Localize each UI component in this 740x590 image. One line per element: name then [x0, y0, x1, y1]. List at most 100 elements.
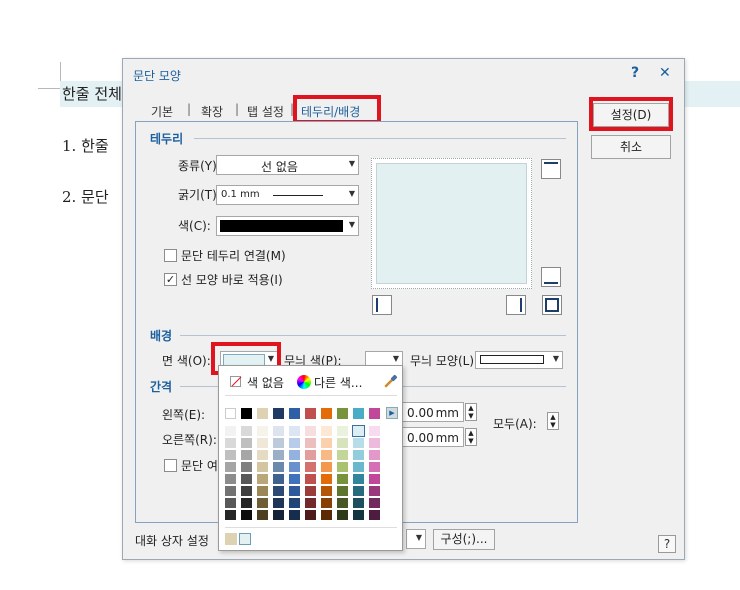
shade-color-swatch[interactable] [352, 425, 365, 437]
shade-color-swatch[interactable] [321, 450, 332, 460]
shade-color-swatch[interactable] [369, 474, 380, 484]
recent-color-swatch[interactable] [239, 533, 251, 545]
shade-color-swatch[interactable] [289, 498, 300, 508]
shade-color-swatch[interactable] [305, 426, 316, 436]
shade-color-swatch[interactable] [241, 462, 252, 472]
shade-color-swatch[interactable] [225, 426, 236, 436]
shade-color-swatch[interactable] [321, 498, 332, 508]
left-border-button[interactable] [372, 295, 392, 315]
shade-color-swatch[interactable] [273, 486, 284, 496]
shade-color-swatch[interactable] [305, 498, 316, 508]
shade-color-swatch[interactable] [337, 498, 348, 508]
shade-color-swatch[interactable] [289, 510, 300, 520]
shade-color-swatch[interactable] [321, 462, 332, 472]
theme-color-swatch[interactable] [337, 408, 348, 419]
shade-color-swatch[interactable] [369, 450, 380, 460]
shade-color-swatch[interactable] [273, 426, 284, 436]
shade-color-swatch[interactable] [305, 438, 316, 448]
shade-color-swatch[interactable] [321, 510, 332, 520]
shade-color-swatch[interactable] [337, 462, 348, 472]
shade-color-swatch[interactable] [289, 474, 300, 484]
theme-color-swatch[interactable] [353, 408, 364, 419]
shade-color-swatch[interactable] [289, 462, 300, 472]
shade-color-swatch[interactable] [257, 426, 268, 436]
shade-color-swatch[interactable] [289, 486, 300, 496]
border-thickness-select[interactable]: 0.1 mm ▼ [216, 185, 359, 205]
shade-color-swatch[interactable] [353, 486, 364, 496]
help-icon[interactable]: ? [631, 65, 639, 81]
border-type-select[interactable]: 선 없음 ▼ [216, 155, 359, 175]
more-colors-arrow-icon[interactable]: ▶ [386, 407, 398, 419]
all-spacing-spinner[interactable]: ▲ ▼ [547, 412, 559, 430]
left-spacing-spinner[interactable]: ▲ ▼ [465, 403, 477, 421]
shade-color-swatch[interactable] [353, 474, 364, 484]
apply-line-checkbox[interactable]: ✓ [164, 273, 177, 286]
shade-color-swatch[interactable] [257, 486, 268, 496]
shade-color-swatch[interactable] [273, 474, 284, 484]
shade-color-swatch[interactable] [241, 474, 252, 484]
shade-color-swatch[interactable] [369, 426, 380, 436]
shade-color-swatch[interactable] [369, 510, 380, 520]
tab-basic[interactable]: 기본 [151, 103, 173, 120]
pattern-shape-select[interactable]: ▼ [475, 351, 563, 369]
shade-color-swatch[interactable] [321, 438, 332, 448]
help-button[interactable]: ? [658, 535, 676, 553]
shade-color-swatch[interactable] [241, 438, 252, 448]
shade-color-swatch[interactable] [257, 510, 268, 520]
shade-color-swatch[interactable] [257, 462, 268, 472]
shade-color-swatch[interactable] [321, 474, 332, 484]
recent-color-swatch[interactable] [225, 533, 237, 545]
cancel-button[interactable]: 취소 [591, 135, 671, 159]
right-spacing-input[interactable]: 0.00 mm [402, 427, 464, 447]
shade-color-swatch[interactable] [241, 498, 252, 508]
bottom-border-button[interactable] [541, 267, 561, 287]
theme-color-swatch[interactable] [305, 408, 316, 419]
tab-tab-settings[interactable]: 탭 설정 [247, 103, 284, 120]
right-border-button[interactable] [506, 295, 526, 315]
shade-color-swatch[interactable] [369, 462, 380, 472]
shade-color-swatch[interactable] [225, 450, 236, 460]
theme-color-swatch[interactable] [241, 408, 252, 419]
shade-color-swatch[interactable] [273, 510, 284, 520]
shade-color-swatch[interactable] [337, 474, 348, 484]
shade-color-swatch[interactable] [321, 486, 332, 496]
shade-color-swatch[interactable] [225, 438, 236, 448]
shade-color-swatch[interactable] [289, 438, 300, 448]
close-icon[interactable]: ✕ [659, 65, 671, 81]
shade-color-swatch[interactable] [337, 438, 348, 448]
theme-color-swatch[interactable] [369, 408, 380, 419]
shade-color-swatch[interactable] [353, 510, 364, 520]
ignore-paragraph-checkbox[interactable] [164, 459, 177, 472]
top-border-button[interactable] [541, 159, 561, 179]
shade-color-swatch[interactable] [305, 510, 316, 520]
shade-color-swatch[interactable] [289, 450, 300, 460]
shade-color-swatch[interactable] [337, 450, 348, 460]
shade-color-swatch[interactable] [273, 462, 284, 472]
shade-color-swatch[interactable] [337, 510, 348, 520]
theme-color-swatch[interactable] [321, 408, 332, 419]
shade-color-swatch[interactable] [273, 498, 284, 508]
left-spacing-input[interactable]: 0.00 mm [402, 402, 464, 422]
shade-color-swatch[interactable] [337, 486, 348, 496]
shade-color-swatch[interactable] [305, 486, 316, 496]
shade-color-swatch[interactable] [305, 474, 316, 484]
shade-color-swatch[interactable] [369, 486, 380, 496]
theme-color-swatch[interactable] [225, 408, 236, 419]
shade-color-swatch[interactable] [353, 438, 364, 448]
theme-color-swatch[interactable] [257, 408, 268, 419]
border-color-select[interactable]: ▼ [216, 216, 359, 236]
shade-color-swatch[interactable] [353, 498, 364, 508]
dialog-settings-select[interactable]: ▼ [406, 529, 426, 549]
shade-color-swatch[interactable] [369, 438, 380, 448]
shade-color-swatch[interactable] [257, 438, 268, 448]
shade-color-swatch[interactable] [257, 498, 268, 508]
no-color-option[interactable]: 색 없음 [247, 374, 284, 391]
shade-color-swatch[interactable] [353, 450, 364, 460]
eyedropper-icon[interactable] [383, 373, 399, 389]
shade-color-swatch[interactable] [225, 486, 236, 496]
shade-color-swatch[interactable] [225, 498, 236, 508]
shade-color-swatch[interactable] [353, 462, 364, 472]
shade-color-swatch[interactable] [225, 474, 236, 484]
shade-color-swatch[interactable] [337, 426, 348, 436]
shade-color-swatch[interactable] [305, 450, 316, 460]
